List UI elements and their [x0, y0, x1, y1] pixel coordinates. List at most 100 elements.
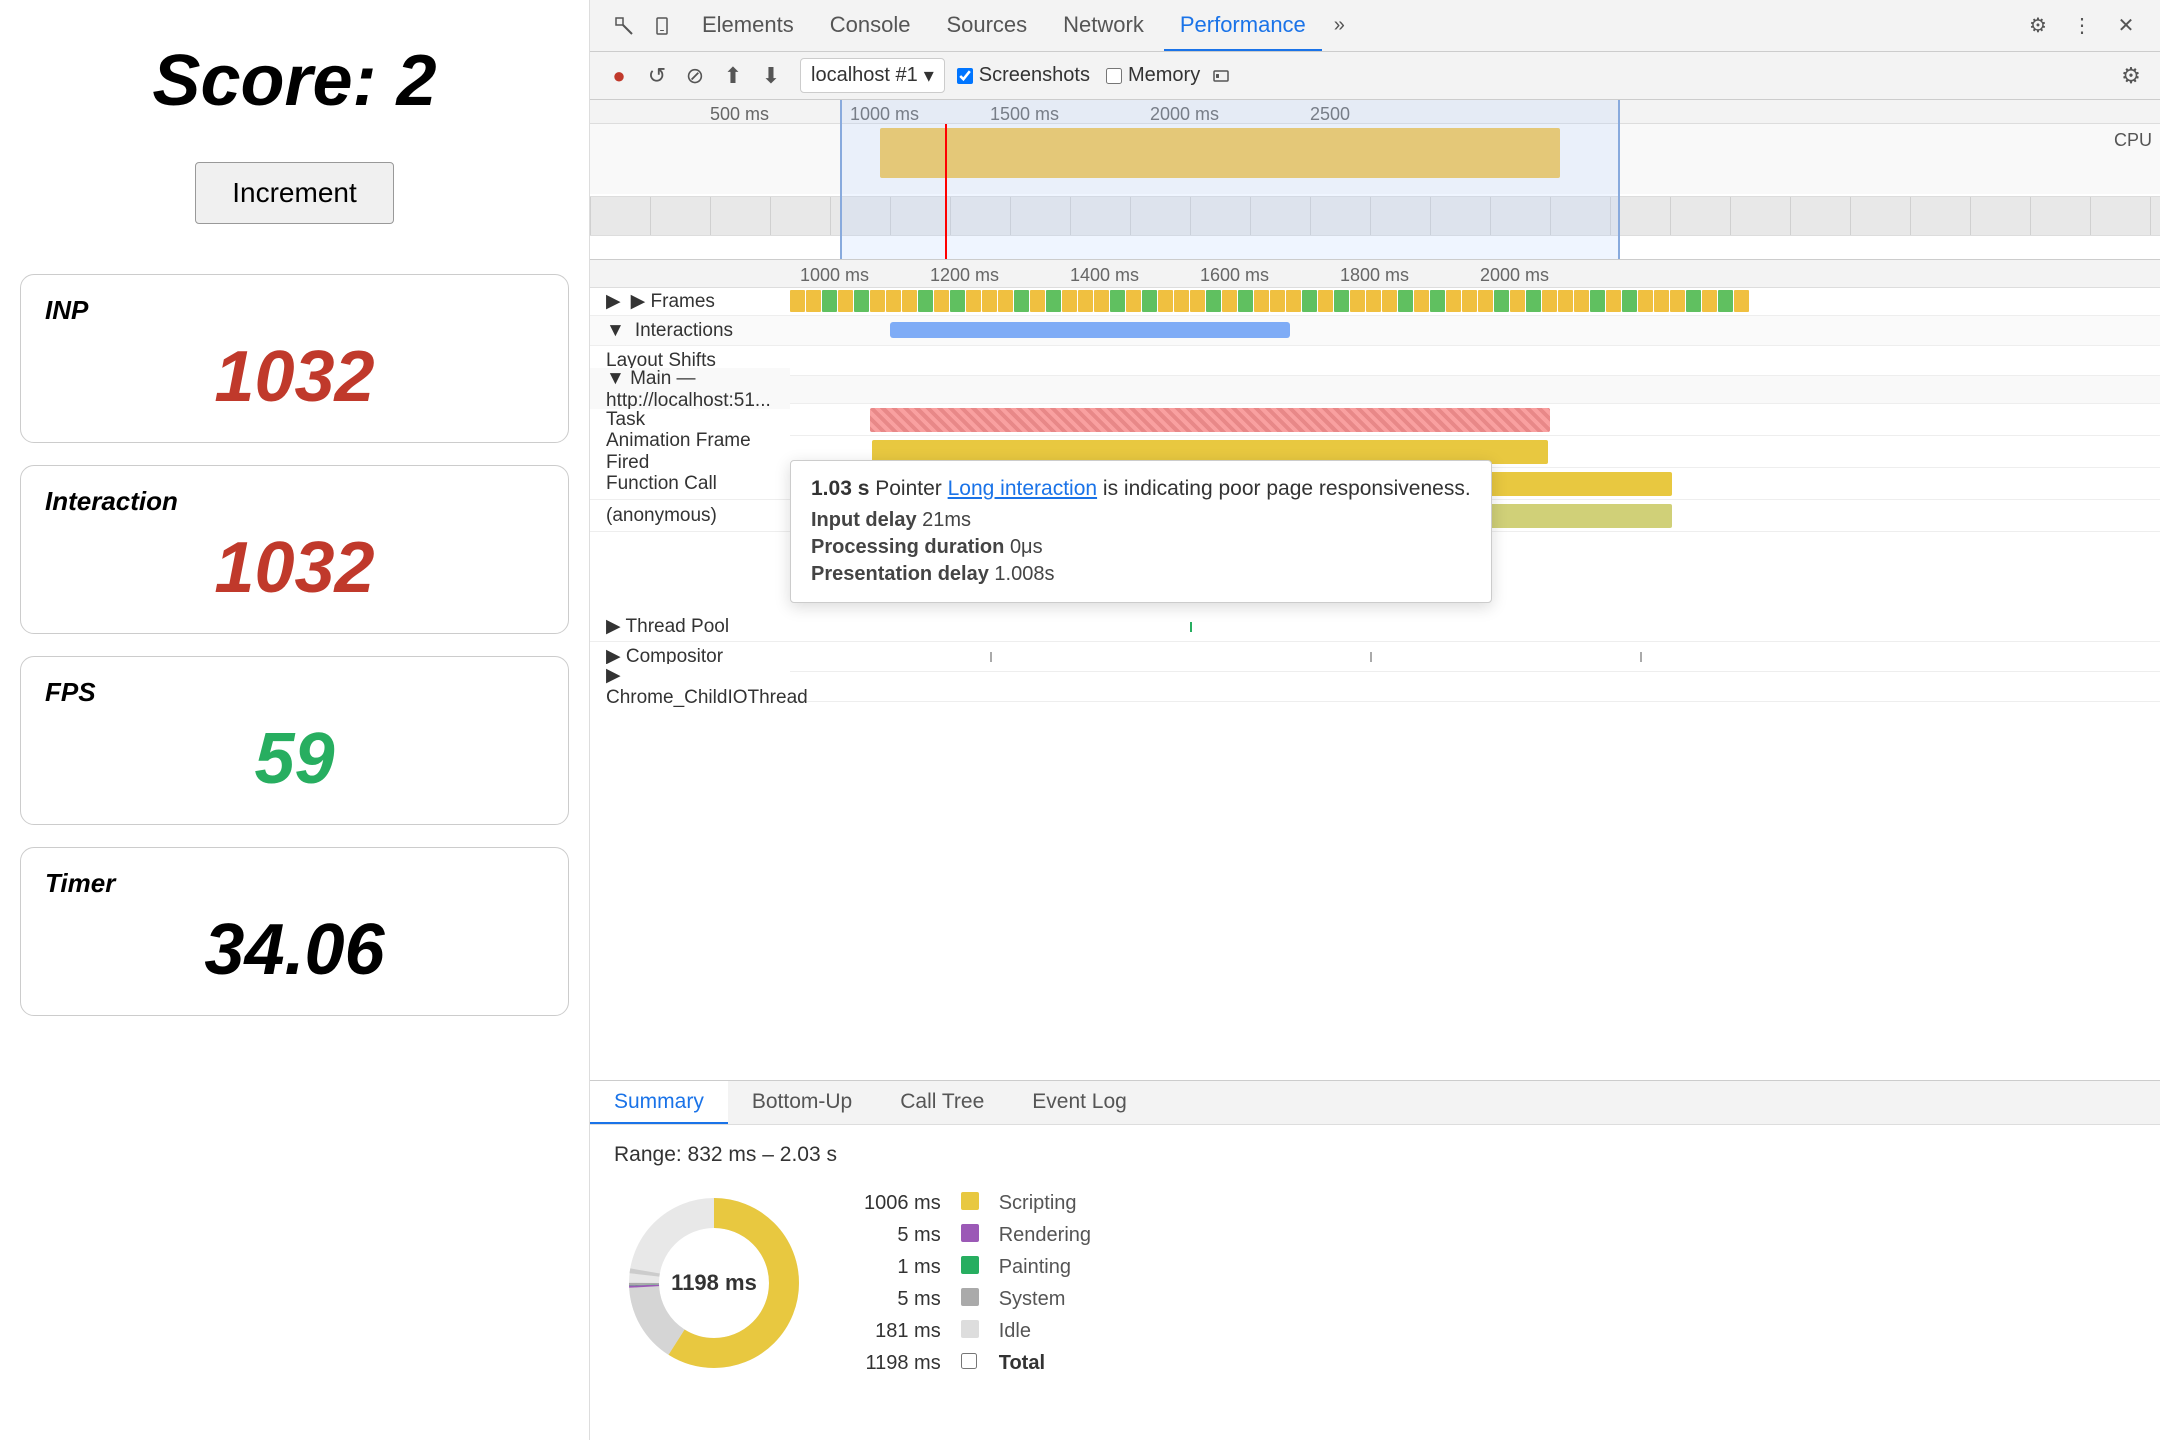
tab-bottom-up[interactable]: Bottom-Up: [728, 1081, 876, 1124]
download-button[interactable]: ⬇: [754, 59, 788, 93]
frame-block: [854, 290, 869, 312]
record-button[interactable]: ●: [602, 59, 636, 93]
frame-block: [1718, 290, 1733, 312]
upload-button[interactable]: ⬆: [716, 59, 750, 93]
tooltip-link[interactable]: Long interaction: [948, 477, 1097, 500]
legend-color-box: [961, 1224, 979, 1242]
session-dropdown-icon: ▾: [924, 63, 934, 88]
interaction-bar[interactable]: [890, 322, 1290, 338]
frame-block: [1510, 290, 1525, 312]
frame-block: [1366, 290, 1381, 312]
frame-block: [790, 290, 805, 312]
overview-timeline[interactable]: 500 ms 1000 ms 1500 ms 2000 ms 2500 CPU …: [590, 100, 2160, 260]
frame-block: [806, 290, 821, 312]
legend-ms-value: 5 ms: [854, 1284, 951, 1316]
frame-block: [1382, 290, 1397, 312]
legend-label-text: Scripting: [989, 1188, 1101, 1220]
task-track: Task: [590, 404, 2160, 436]
frames-label[interactable]: ▶ ▶ Frames: [590, 290, 790, 313]
tooltip-input-delay: Input delay 21ms: [811, 509, 1471, 532]
session-label: localhost #1: [811, 64, 918, 87]
tab-network[interactable]: Network: [1047, 0, 1160, 51]
inp-card: INP 1032: [20, 274, 569, 443]
settings-icon[interactable]: ⚙: [2020, 8, 2056, 44]
tab-performance[interactable]: Performance: [1164, 0, 1322, 51]
legend-row: 5 ms System: [854, 1284, 1101, 1316]
tl-1200ms: 1200 ms: [930, 265, 999, 286]
screenshots-checkbox-area: Screenshots: [957, 64, 1090, 87]
screenshots-checkbox[interactable]: [957, 68, 973, 84]
summary-content: Range: 832 ms – 2.03 s: [614, 1143, 1101, 1422]
increment-button[interactable]: Increment: [195, 162, 394, 224]
frame-block: [1414, 290, 1429, 312]
timer-label: Timer: [45, 868, 544, 899]
legend-color-box: [961, 1192, 979, 1210]
timeline-area[interactable]: 1000 ms 1200 ms 1400 ms 1600 ms 1800 ms …: [590, 260, 2160, 1080]
screenshots-label: Screenshots: [979, 64, 1090, 87]
thread-pool-label[interactable]: ▶ Thread Pool: [590, 615, 790, 638]
close-icon[interactable]: ✕: [2108, 8, 2144, 44]
tab-elements[interactable]: Elements: [686, 0, 810, 51]
interactions-content: [790, 316, 2160, 345]
tab-sources[interactable]: Sources: [930, 0, 1043, 51]
compositor-marker3: [1640, 652, 1642, 662]
memory-capture-icon[interactable]: [1204, 59, 1238, 93]
cpu-label: CPU: [2114, 130, 2152, 151]
tab-console[interactable]: Console: [814, 0, 927, 51]
frame-block: [1014, 290, 1029, 312]
legend-total-checkbox[interactable]: [961, 1353, 977, 1369]
legend-row: 1198 msTotal: [854, 1348, 1101, 1379]
childio-content: [790, 672, 2160, 701]
more-options-icon[interactable]: ⋮: [2064, 8, 2100, 44]
more-tabs-button[interactable]: »: [1326, 8, 1353, 43]
frame-block: [1670, 290, 1685, 312]
tl-1000ms: 1000 ms: [800, 265, 869, 286]
childio-label[interactable]: ▶ Chrome_ChildIOThread: [590, 664, 790, 709]
frame-block: [838, 290, 853, 312]
frame-block: [982, 290, 997, 312]
interactions-track: ▼ Interactions: [590, 316, 2160, 346]
clear-button[interactable]: ⊘: [678, 59, 712, 93]
tab-summary[interactable]: Summary: [590, 1081, 728, 1124]
fps-label: FPS: [45, 677, 544, 708]
frame-block: [1126, 290, 1141, 312]
frame-block: [1142, 290, 1157, 312]
task-label: Task: [590, 409, 790, 431]
legend-label-text: System: [989, 1284, 1101, 1316]
main-thread-label[interactable]: ▼ Main — http://localhost:51...: [590, 368, 790, 412]
tl-2000ms: 2000 ms: [1480, 265, 1549, 286]
frame-block: [886, 290, 901, 312]
frame-block: [1254, 290, 1269, 312]
frame-block: [1158, 290, 1173, 312]
legend-color-box: [961, 1288, 979, 1306]
frame-block: [1638, 290, 1653, 312]
frame-block: [1526, 290, 1541, 312]
fps-value: 59: [45, 718, 544, 800]
interactions-label[interactable]: ▼ Interactions: [590, 320, 790, 342]
perf-toolbar-right: ⚙: [2114, 59, 2148, 93]
memory-label: Memory: [1128, 64, 1200, 87]
memory-checkbox[interactable]: [1106, 68, 1122, 84]
frame-block: [1270, 290, 1285, 312]
selection-overlay[interactable]: [840, 100, 1620, 259]
inspect-icon[interactable]: [606, 8, 642, 44]
tooltip-message: is indicating poor page responsiveness.: [1103, 477, 1471, 500]
legend-color-box: [961, 1320, 979, 1338]
task-bar: [870, 408, 1550, 432]
device-icon[interactable]: [646, 8, 682, 44]
perf-settings-button[interactable]: ⚙: [2114, 59, 2148, 93]
reload-button[interactable]: ↺: [640, 59, 674, 93]
perf-toolbar: ● ↺ ⊘ ⬆ ⬇ localhost #1 ▾ Screenshots Mem…: [590, 52, 2160, 100]
legend-ms-value: 1006 ms: [854, 1188, 951, 1220]
tab-event-log[interactable]: Event Log: [1008, 1081, 1151, 1124]
legend-color-box: [961, 1256, 979, 1274]
tab-call-tree[interactable]: Call Tree: [876, 1081, 1008, 1124]
frame-block: [1542, 290, 1557, 312]
session-selector[interactable]: localhost #1 ▾: [800, 58, 945, 93]
frame-block: [1238, 290, 1253, 312]
legend-row: 1 msPainting: [854, 1252, 1101, 1284]
devtools-topbar-right: ⚙ ⋮ ✕: [2020, 8, 2144, 44]
timer-value: 34.06: [45, 909, 544, 991]
frame-block: [1430, 290, 1445, 312]
frame-block: [1702, 290, 1717, 312]
